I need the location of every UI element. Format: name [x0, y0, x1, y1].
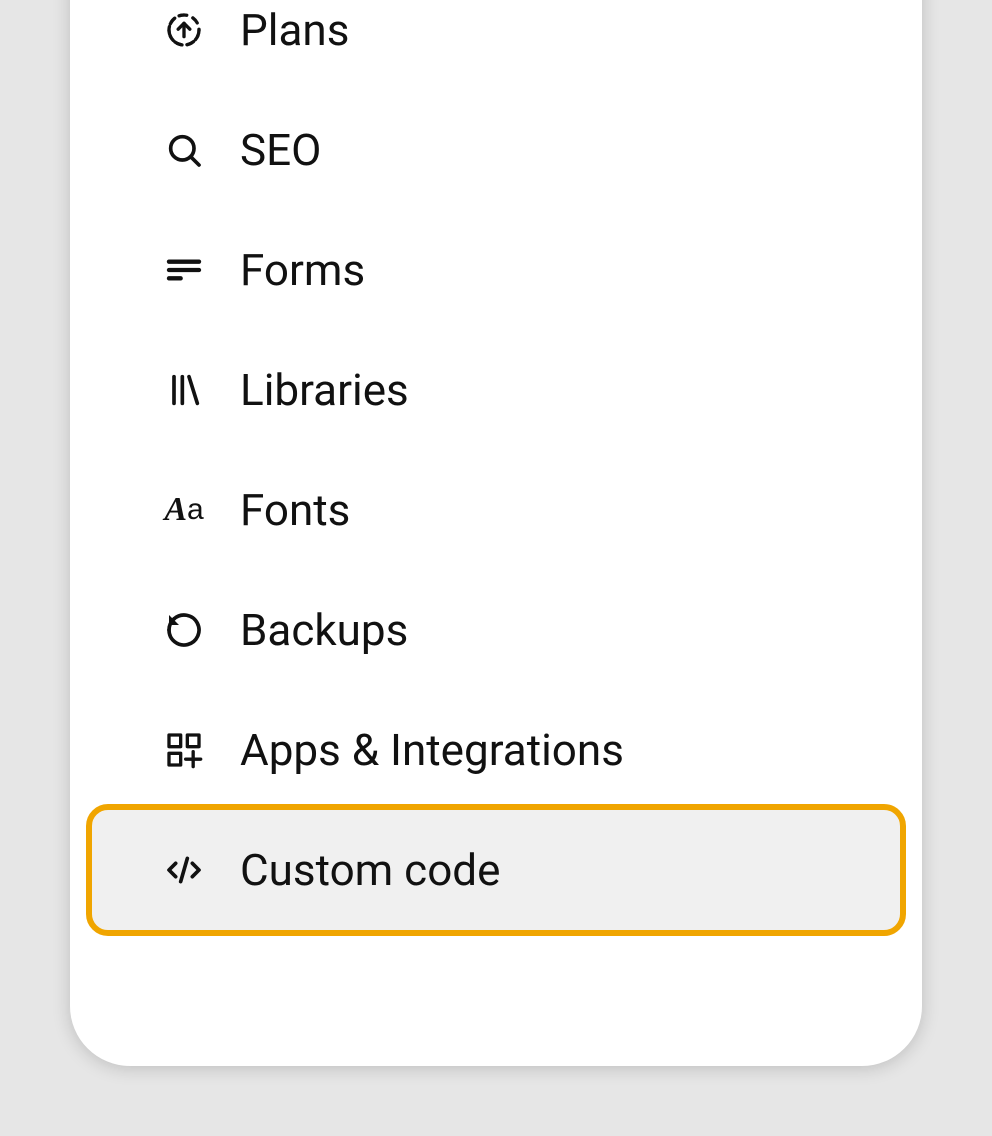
forms-icon	[162, 248, 206, 292]
settings-panel: Plans SEO Forms	[70, 0, 922, 1066]
undo-icon	[162, 608, 206, 652]
sidebar-item-label: Forms	[240, 244, 365, 296]
sidebar-item-label: Libraries	[240, 364, 409, 416]
sidebar-item-plans[interactable]: Plans	[92, 0, 900, 90]
sidebar-item-custom-code[interactable]: Custom code	[92, 810, 900, 930]
code-icon	[162, 848, 206, 892]
sidebar-item-forms[interactable]: Forms	[92, 210, 900, 330]
libraries-icon	[162, 368, 206, 412]
sidebar-item-fonts[interactable]: Aa Fonts	[92, 450, 900, 570]
sidebar-item-label: Fonts	[240, 484, 350, 536]
sidebar-item-seo[interactable]: SEO	[92, 90, 900, 210]
upload-circle-icon	[162, 8, 206, 52]
sidebar-item-libraries[interactable]: Libraries	[92, 330, 900, 450]
settings-menu: Plans SEO Forms	[70, 0, 922, 930]
sidebar-item-backups[interactable]: Backups	[92, 570, 900, 690]
sidebar-item-apps-integrations[interactable]: Apps & Integrations	[92, 690, 900, 810]
sidebar-item-label: Plans	[240, 4, 349, 56]
sidebar-item-label: Custom code	[240, 844, 500, 896]
search-icon	[162, 128, 206, 172]
sidebar-item-label: Apps & Integrations	[240, 724, 624, 776]
sidebar-item-label: SEO	[240, 124, 321, 176]
sidebar-item-label: Backups	[240, 604, 408, 656]
fonts-icon: Aa	[162, 488, 206, 532]
apps-icon	[162, 728, 206, 772]
